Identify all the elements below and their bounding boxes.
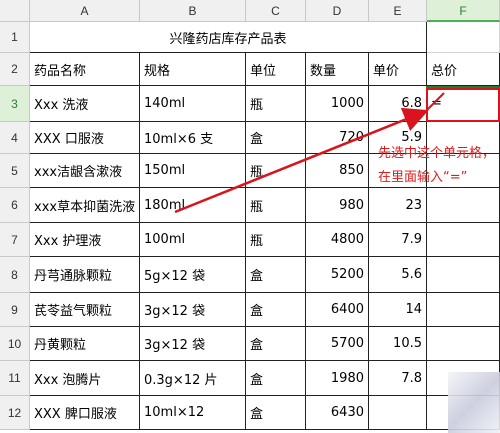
header-name[interactable]: 药品名称 [30, 53, 140, 86]
cell-unit-row-11[interactable]: 盒 [246, 361, 306, 396]
row-header-3[interactable]: 3 [0, 86, 30, 122]
cell-qty-row-3[interactable]: 1000 [306, 86, 369, 122]
cell-price-row-10[interactable]: 10.5 [369, 327, 427, 361]
row-header-5[interactable]: 5 [0, 154, 30, 188]
cell-unit-row-8[interactable]: 盒 [246, 257, 306, 293]
cell-spec-row-10[interactable]: 3g×12 袋 [140, 327, 246, 361]
cell-unit-row-3[interactable]: 瓶 [246, 86, 306, 122]
annotation-line-2: 在里面输入“=” [378, 170, 468, 185]
select-all-corner[interactable] [0, 0, 30, 22]
cell-name-row-11[interactable]: Xxx 泡腾片 [30, 361, 140, 396]
row-header-7[interactable]: 7 [0, 223, 30, 257]
header-price[interactable]: 单价 [369, 53, 427, 86]
row-header-9[interactable]: 9 [0, 293, 30, 327]
row-header-12[interactable]: 12 [0, 396, 30, 430]
row-header-1[interactable]: 1 [0, 22, 30, 53]
cell-price-row-11[interactable]: 7.8 [369, 361, 427, 396]
cell-price-row-12[interactable] [369, 396, 427, 430]
row-header-8[interactable]: 8 [0, 257, 30, 293]
cell-name-row-8[interactable]: 丹芎通脉颗粒 [30, 257, 140, 293]
cell-total-row-9[interactable] [427, 293, 500, 327]
cell-price-row-6[interactable]: 23 [369, 188, 427, 223]
cell-unit-row-4[interactable]: 盒 [246, 122, 306, 154]
cell-name-row-12[interactable]: XXX 脾口服液 [30, 396, 140, 430]
cell-name-row-5[interactable]: xxx洁龈含漱液 [30, 154, 140, 188]
cell-price-row-9[interactable]: 14 [369, 293, 427, 327]
header-qty[interactable]: 数量 [306, 53, 369, 86]
column-header-c[interactable]: C [246, 0, 306, 22]
cell-name-row-4[interactable]: XXX 口服液 [30, 122, 140, 154]
cell-qty-row-8[interactable]: 5200 [306, 257, 369, 293]
cell-name-row-10[interactable]: 丹黄颗粒 [30, 327, 140, 361]
column-header-e[interactable]: E [369, 0, 427, 22]
cell-total-row-6[interactable] [427, 188, 500, 223]
cell-qty-row-11[interactable]: 1980 [306, 361, 369, 396]
cell-qty-row-6[interactable]: 980 [306, 188, 369, 223]
cell-spec-row-4[interactable]: 10ml×6 支 [140, 122, 246, 154]
cell-spec-row-5[interactable]: 150ml [140, 154, 246, 188]
row-header-2[interactable]: 2 [0, 53, 30, 86]
row-header-4[interactable]: 4 [0, 122, 30, 154]
cell-name-row-3[interactable]: Xxx 洗液 [30, 86, 140, 122]
cell-spec-row-12[interactable]: 10ml×12 [140, 396, 246, 430]
cell-unit-row-6[interactable]: 瓶 [246, 188, 306, 223]
column-header-b[interactable]: B [140, 0, 246, 22]
watermark-blur [448, 372, 500, 433]
row-header-6[interactable]: 6 [0, 188, 30, 223]
cell-qty-row-12[interactable]: 6430 [306, 396, 369, 430]
cell-spec-row-8[interactable]: 5g×12 袋 [140, 257, 246, 293]
cell-unit-row-10[interactable]: 盒 [246, 327, 306, 361]
cell-name-row-9[interactable]: 芪苓益气颗粒 [30, 293, 140, 327]
annotation-line-1: 先选中这个单元格， [378, 146, 496, 161]
cell-price-row-3[interactable]: 6.8 [369, 86, 427, 122]
column-header-d[interactable]: D [306, 0, 369, 22]
column-header-a[interactable]: A [30, 0, 140, 22]
annotation-highlight-box [426, 88, 500, 122]
header-unit[interactable]: 单位 [246, 53, 306, 86]
cell-total-row-10[interactable] [427, 327, 500, 361]
row-header-10[interactable]: 10 [0, 327, 30, 361]
cell-spec-row-9[interactable]: 3g×12 袋 [140, 293, 246, 327]
cell-total-row-8[interactable] [427, 257, 500, 293]
cell-price-row-8[interactable]: 5.6 [369, 257, 427, 293]
cell-spec-row-3[interactable]: 140ml [140, 86, 246, 122]
cell-spec-row-6[interactable]: 180ml [140, 188, 246, 223]
cell-qty-row-10[interactable]: 5700 [306, 327, 369, 361]
cell-qty-row-4[interactable]: 720 [306, 122, 369, 154]
cell-name-row-7[interactable]: Xxx 护理液 [30, 223, 140, 257]
cell-unit-row-12[interactable]: 盒 [246, 396, 306, 430]
cell-total-row-7[interactable] [427, 223, 500, 257]
column-header-f[interactable]: F [427, 0, 500, 22]
cell-qty-row-7[interactable]: 4800 [306, 223, 369, 257]
cell-unit-row-9[interactable]: 盒 [246, 293, 306, 327]
header-spec[interactable]: 规格 [140, 53, 246, 86]
title-cell[interactable]: 兴隆药店库存产品表 [30, 22, 427, 53]
cell-unit-row-5[interactable]: 瓶 [246, 154, 306, 188]
cell-price-row-7[interactable]: 7.9 [369, 223, 427, 257]
cell-spec-row-11[interactable]: 0.3g×12 片 [140, 361, 246, 396]
cell-qty-row-5[interactable]: 850 [306, 154, 369, 188]
cell-qty-row-9[interactable]: 6400 [306, 293, 369, 327]
cell-unit-row-7[interactable]: 瓶 [246, 223, 306, 257]
cell-spec-row-7[interactable]: 100ml [140, 223, 246, 257]
cell-f1[interactable] [427, 22, 500, 53]
header-total[interactable]: 总价 [427, 53, 500, 86]
row-header-11[interactable]: 11 [0, 361, 30, 396]
cell-name-row-6[interactable]: xxx草本抑菌洗液 [30, 188, 140, 223]
